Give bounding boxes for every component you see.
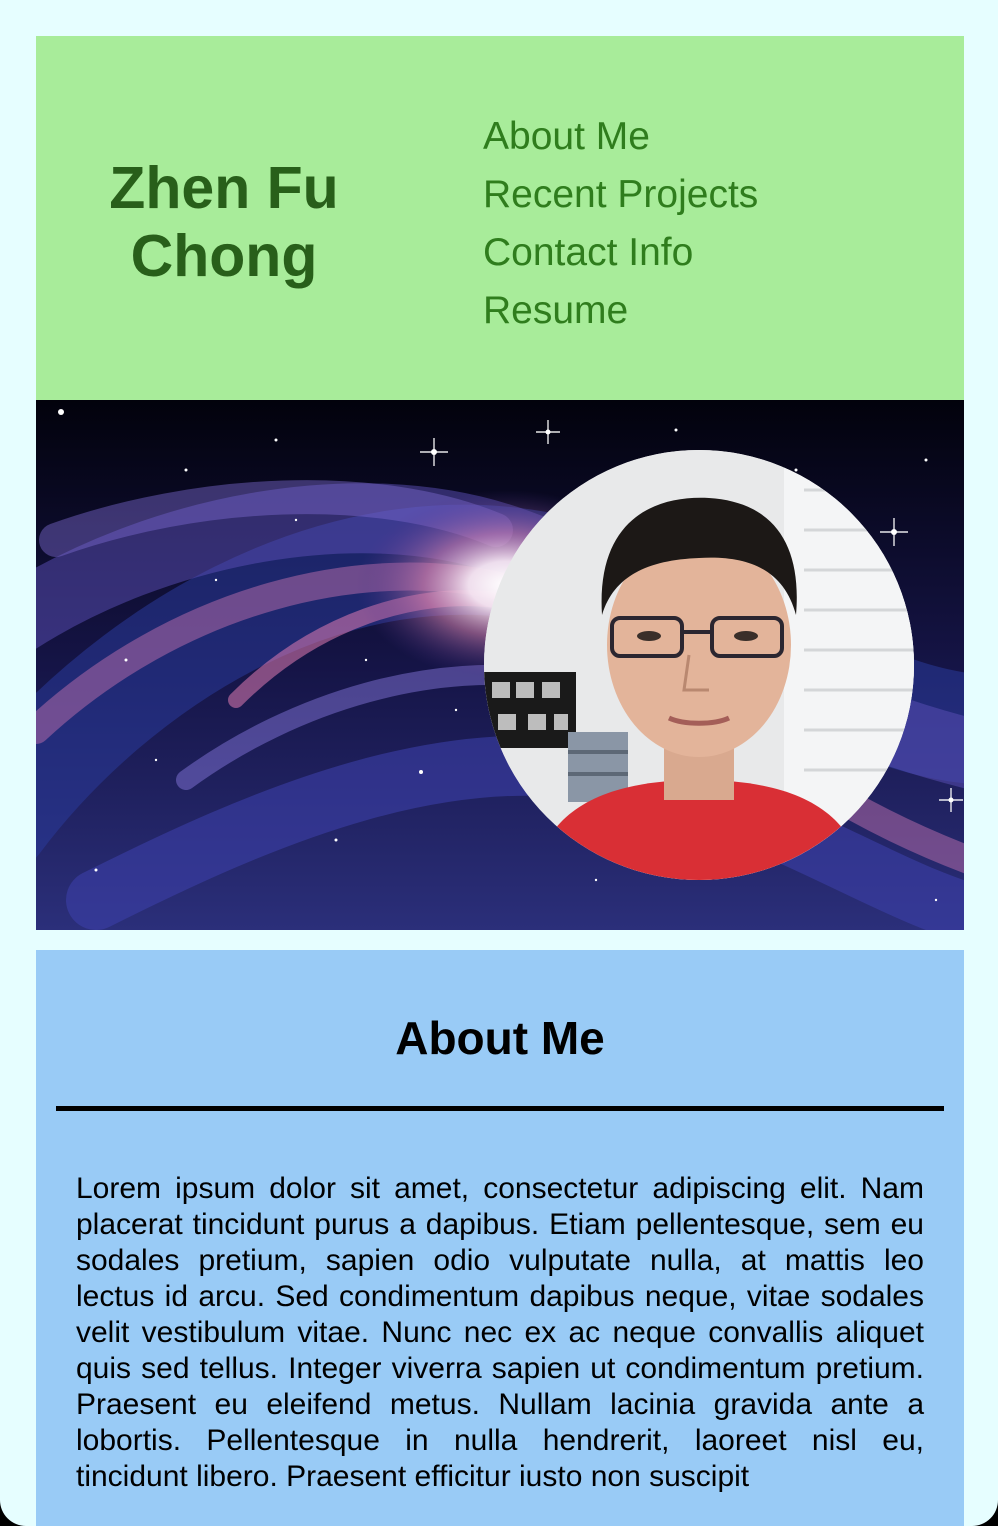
nav-link-resume[interactable]: Resume — [483, 282, 758, 340]
site-header: Zhen Fu Chong About Me Recent Projects C… — [36, 36, 964, 400]
about-divider — [56, 1106, 944, 1111]
nav-link-about-me[interactable]: About Me — [483, 108, 758, 166]
nav-link-recent-projects[interactable]: Recent Projects — [483, 166, 758, 224]
profile-photo — [484, 450, 914, 880]
page: Zhen Fu Chong About Me Recent Projects C… — [0, 0, 998, 1526]
about-me-heading: About Me — [395, 1012, 605, 1064]
site-title-line-2: Chong — [130, 223, 318, 289]
about-me-text: Lorem ipsum dolor sit amet, consectetur … — [76, 1172, 924, 1493]
site-title: Zhen Fu Chong — [36, 154, 412, 290]
hero-banner — [36, 400, 964, 930]
nav-link-contact-info[interactable]: Contact Info — [483, 224, 758, 282]
profile-photo-image — [484, 450, 914, 880]
site-title-line-1: Zhen Fu — [109, 155, 339, 221]
main-nav: About Me Recent Projects Contact Info Re… — [483, 108, 758, 340]
about-me-section: About Me Lorem ipsum dolor sit amet, con… — [36, 950, 964, 1526]
